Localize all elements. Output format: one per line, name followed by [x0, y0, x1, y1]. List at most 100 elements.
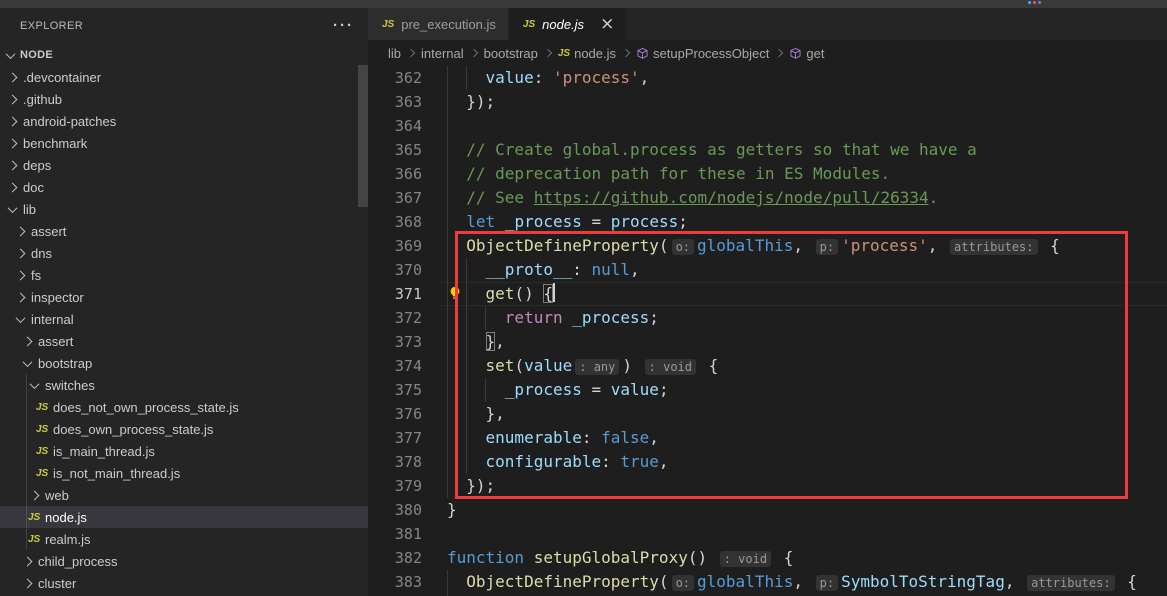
breadcrumb-item-internal[interactable]: internal [421, 46, 464, 61]
line-number[interactable]: 372 [368, 306, 422, 330]
section-header-node[interactable]: NODE [0, 44, 368, 66]
line-number[interactable]: 373 [368, 330, 422, 354]
tree-item-node-js[interactable]: JSnode.js [0, 506, 368, 528]
tree-item-doc[interactable]: doc [0, 176, 368, 198]
line-number[interactable]: 365 [368, 138, 422, 162]
code-token: _process [572, 308, 649, 327]
code-line[interactable]: set(value: any) : void { [447, 354, 718, 378]
breadcrumb-item-get[interactable]: get [789, 46, 824, 61]
vscode-window: EXPLORER ··· NODE .devcontainer.githuban… [0, 0, 1167, 596]
tree-item-does-not-own-process-state-js[interactable]: JSdoes_not_own_process_state.js [0, 396, 368, 418]
code-line[interactable]: }, [447, 330, 505, 354]
code-token: , [640, 68, 650, 87]
line-number[interactable]: 374 [368, 354, 422, 378]
folder-icon-slot [13, 228, 31, 235]
code-line[interactable]: }); [447, 90, 495, 114]
tab-pre-execution[interactable]: JSpre_execution.js [368, 8, 509, 40]
line-number[interactable]: 381 [368, 522, 422, 546]
tree-item-assert[interactable]: assert [0, 220, 368, 242]
code-line[interactable]: let _process = process; [447, 210, 688, 234]
tree-item-bootstrap[interactable]: bootstrap [0, 352, 368, 374]
line-number[interactable]: 362 [368, 66, 422, 90]
close-icon[interactable]: × [600, 16, 614, 33]
tree-item-fs[interactable]: fs [0, 264, 368, 286]
line-number[interactable]: 368 [368, 210, 422, 234]
code-line[interactable]: __proto__: null, [447, 258, 640, 282]
code-line[interactable]: ObjectDefineProperty(o:globalThis, p:'pr… [447, 234, 1060, 258]
code-token: = [582, 380, 611, 399]
code-line[interactable]: ObjectDefineProperty(o:globalThis, p:Sym… [447, 570, 1137, 594]
tree-item-label: assert [38, 334, 73, 349]
line-number[interactable]: 370 [368, 258, 422, 282]
code-line[interactable]: configurable: true, [447, 450, 669, 474]
chevron-right-icon [8, 138, 18, 148]
line-number[interactable]: 364 [368, 114, 422, 138]
tree-item-web[interactable]: web [0, 484, 368, 506]
code-token: true [620, 452, 659, 471]
breadcrumb-item-setupProcessObject[interactable]: setupProcessObject [636, 46, 769, 61]
line-number[interactable]: 367 [368, 186, 422, 210]
code-line[interactable]: value: 'process', [447, 66, 649, 90]
code-line[interactable]: get() { [447, 282, 555, 306]
tree-item-is-not-main-thread-js[interactable]: JSis_not_main_thread.js [0, 462, 368, 484]
sidebar-scrollbar[interactable] [358, 65, 368, 207]
line-number[interactable]: 378 [368, 450, 422, 474]
tree-item--github[interactable]: .github [0, 88, 368, 110]
code-token: . [929, 188, 939, 207]
tab-node[interactable]: JSnode.js× [509, 8, 627, 40]
code-token [447, 236, 466, 255]
code-token: () [688, 548, 717, 567]
code-line[interactable]: // See https://github.com/nodejs/node/pu… [447, 186, 938, 210]
code-line[interactable]: return _process; [447, 306, 659, 330]
tree-item-inspector[interactable]: inspector [0, 286, 368, 308]
tree-item-lib[interactable]: lib [0, 198, 368, 220]
breadcrumb-item-bootstrap[interactable]: bootstrap [484, 46, 538, 61]
line-number[interactable]: 363 [368, 90, 422, 114]
tree-item-assert[interactable]: assert [0, 330, 368, 352]
breadcrumb-item-lib[interactable]: lib [388, 46, 401, 61]
code-line[interactable]: }, [447, 402, 505, 426]
line-number[interactable]: 369 [368, 234, 422, 258]
more-actions-button[interactable]: ··· [333, 22, 354, 30]
code-token: { [699, 356, 718, 375]
tree-item-child-process[interactable]: child_process [0, 550, 368, 572]
code-token [524, 548, 534, 567]
code-line[interactable]: // deprecation path for these in ES Modu… [447, 162, 890, 186]
tree-item-cluster[interactable]: cluster [0, 572, 368, 594]
code-token: ; [678, 212, 688, 231]
code-line[interactable]: _process = value; [447, 378, 669, 402]
line-number[interactable]: 383 [368, 570, 422, 594]
line-number[interactable]: 376 [368, 402, 422, 426]
folder-icon-slot [5, 74, 23, 81]
tree-item-benchmark[interactable]: benchmark [0, 132, 368, 154]
line-number[interactable]: 379 [368, 474, 422, 498]
line-number[interactable]: 382 [368, 546, 422, 570]
code-action-lightbulb-icon[interactable] [448, 286, 462, 300]
line-number[interactable]: 366 [368, 162, 422, 186]
line-number[interactable]: 380 [368, 498, 422, 522]
line-number[interactable]: 371 [368, 282, 422, 306]
line-number[interactable]: 377 [368, 426, 422, 450]
tree-item-switches[interactable]: switches [0, 374, 368, 396]
code-line[interactable]: } [447, 498, 457, 522]
code-editor[interactable]: 3623633643653663673683693703713723733743… [368, 66, 1167, 596]
tree-item-deps[interactable]: deps [0, 154, 368, 176]
code-line[interactable]: // Create global.process as getters so t… [447, 138, 977, 162]
tree-item-is-main-thread-js[interactable]: JSis_main_thread.js [0, 440, 368, 462]
tree-item-label: .devcontainer [23, 70, 101, 85]
tree-item-realm-js[interactable]: JSrealm.js [0, 528, 368, 550]
tree-item-internal[interactable]: internal [0, 308, 368, 330]
code-line[interactable]: enumerable: false, [447, 426, 659, 450]
line-number[interactable]: 375 [368, 378, 422, 402]
breadcrumb-item-node-js[interactable]: JSnode.js [558, 46, 616, 61]
tree-item-android-patches[interactable]: android-patches [0, 110, 368, 132]
code-line[interactable]: }); [447, 474, 495, 498]
code-line[interactable]: function setupGlobalProxy() : void { [447, 546, 793, 570]
tree-item--devcontainer[interactable]: .devcontainer [0, 66, 368, 88]
code-token: // deprecation path for these in ES Modu… [447, 164, 890, 183]
chevron-right-icon [8, 160, 18, 170]
tree-item-does-own-process-state-js[interactable]: JSdoes_own_process_state.js [0, 418, 368, 440]
tree-item-dns[interactable]: dns [0, 242, 368, 264]
code-token: 'process' [553, 68, 640, 87]
tree-item-label: child_process [38, 554, 118, 569]
